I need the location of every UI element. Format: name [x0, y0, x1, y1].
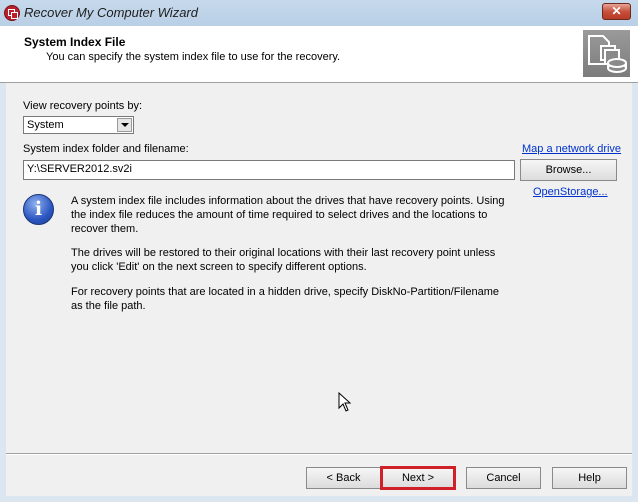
close-button[interactable]: ✕ — [602, 3, 631, 20]
page-title: System Index File — [24, 35, 126, 49]
help-button[interactable]: Help — [552, 467, 627, 489]
view-by-label: View recovery points by: — [23, 100, 143, 112]
view-by-value: System — [27, 119, 64, 131]
system-index-icon — [583, 30, 630, 77]
wizard-header: System Index File You can specify the sy… — [0, 26, 638, 83]
footer-separator — [6, 453, 632, 455]
info-paragraph-3: For recovery points that are located in … — [71, 286, 499, 312]
info-paragraph-2: The drives will be restored to their ori… — [71, 247, 496, 273]
cancel-button[interactable]: Cancel — [466, 467, 541, 489]
info-paragraph-1: A system index file includes information… — [71, 195, 505, 235]
close-icon: ✕ — [611, 4, 622, 18]
page-subtitle: You can specify the system index file to… — [46, 51, 341, 63]
index-file-label: System index folder and filename: — [23, 143, 189, 155]
index-file-input[interactable]: Y:\SERVER2012.sv2i — [23, 160, 515, 180]
title-bar: Recover My Computer Wizard ✕ — [0, 0, 638, 26]
openstorage-link[interactable]: OpenStorage... — [533, 186, 608, 198]
map-network-drive-link[interactable]: Map a network drive — [522, 143, 621, 155]
browse-button[interactable]: Browse... — [520, 159, 617, 181]
window-title: Recover My Computer Wizard — [24, 5, 198, 20]
app-logo-icon — [4, 5, 20, 21]
view-by-select[interactable]: System — [23, 116, 134, 134]
back-button[interactable]: < Back — [306, 467, 381, 489]
mouse-cursor-icon — [338, 391, 352, 415]
next-button-highlight — [380, 466, 456, 490]
info-icon: i — [23, 194, 54, 225]
chevron-down-icon[interactable] — [117, 118, 132, 132]
